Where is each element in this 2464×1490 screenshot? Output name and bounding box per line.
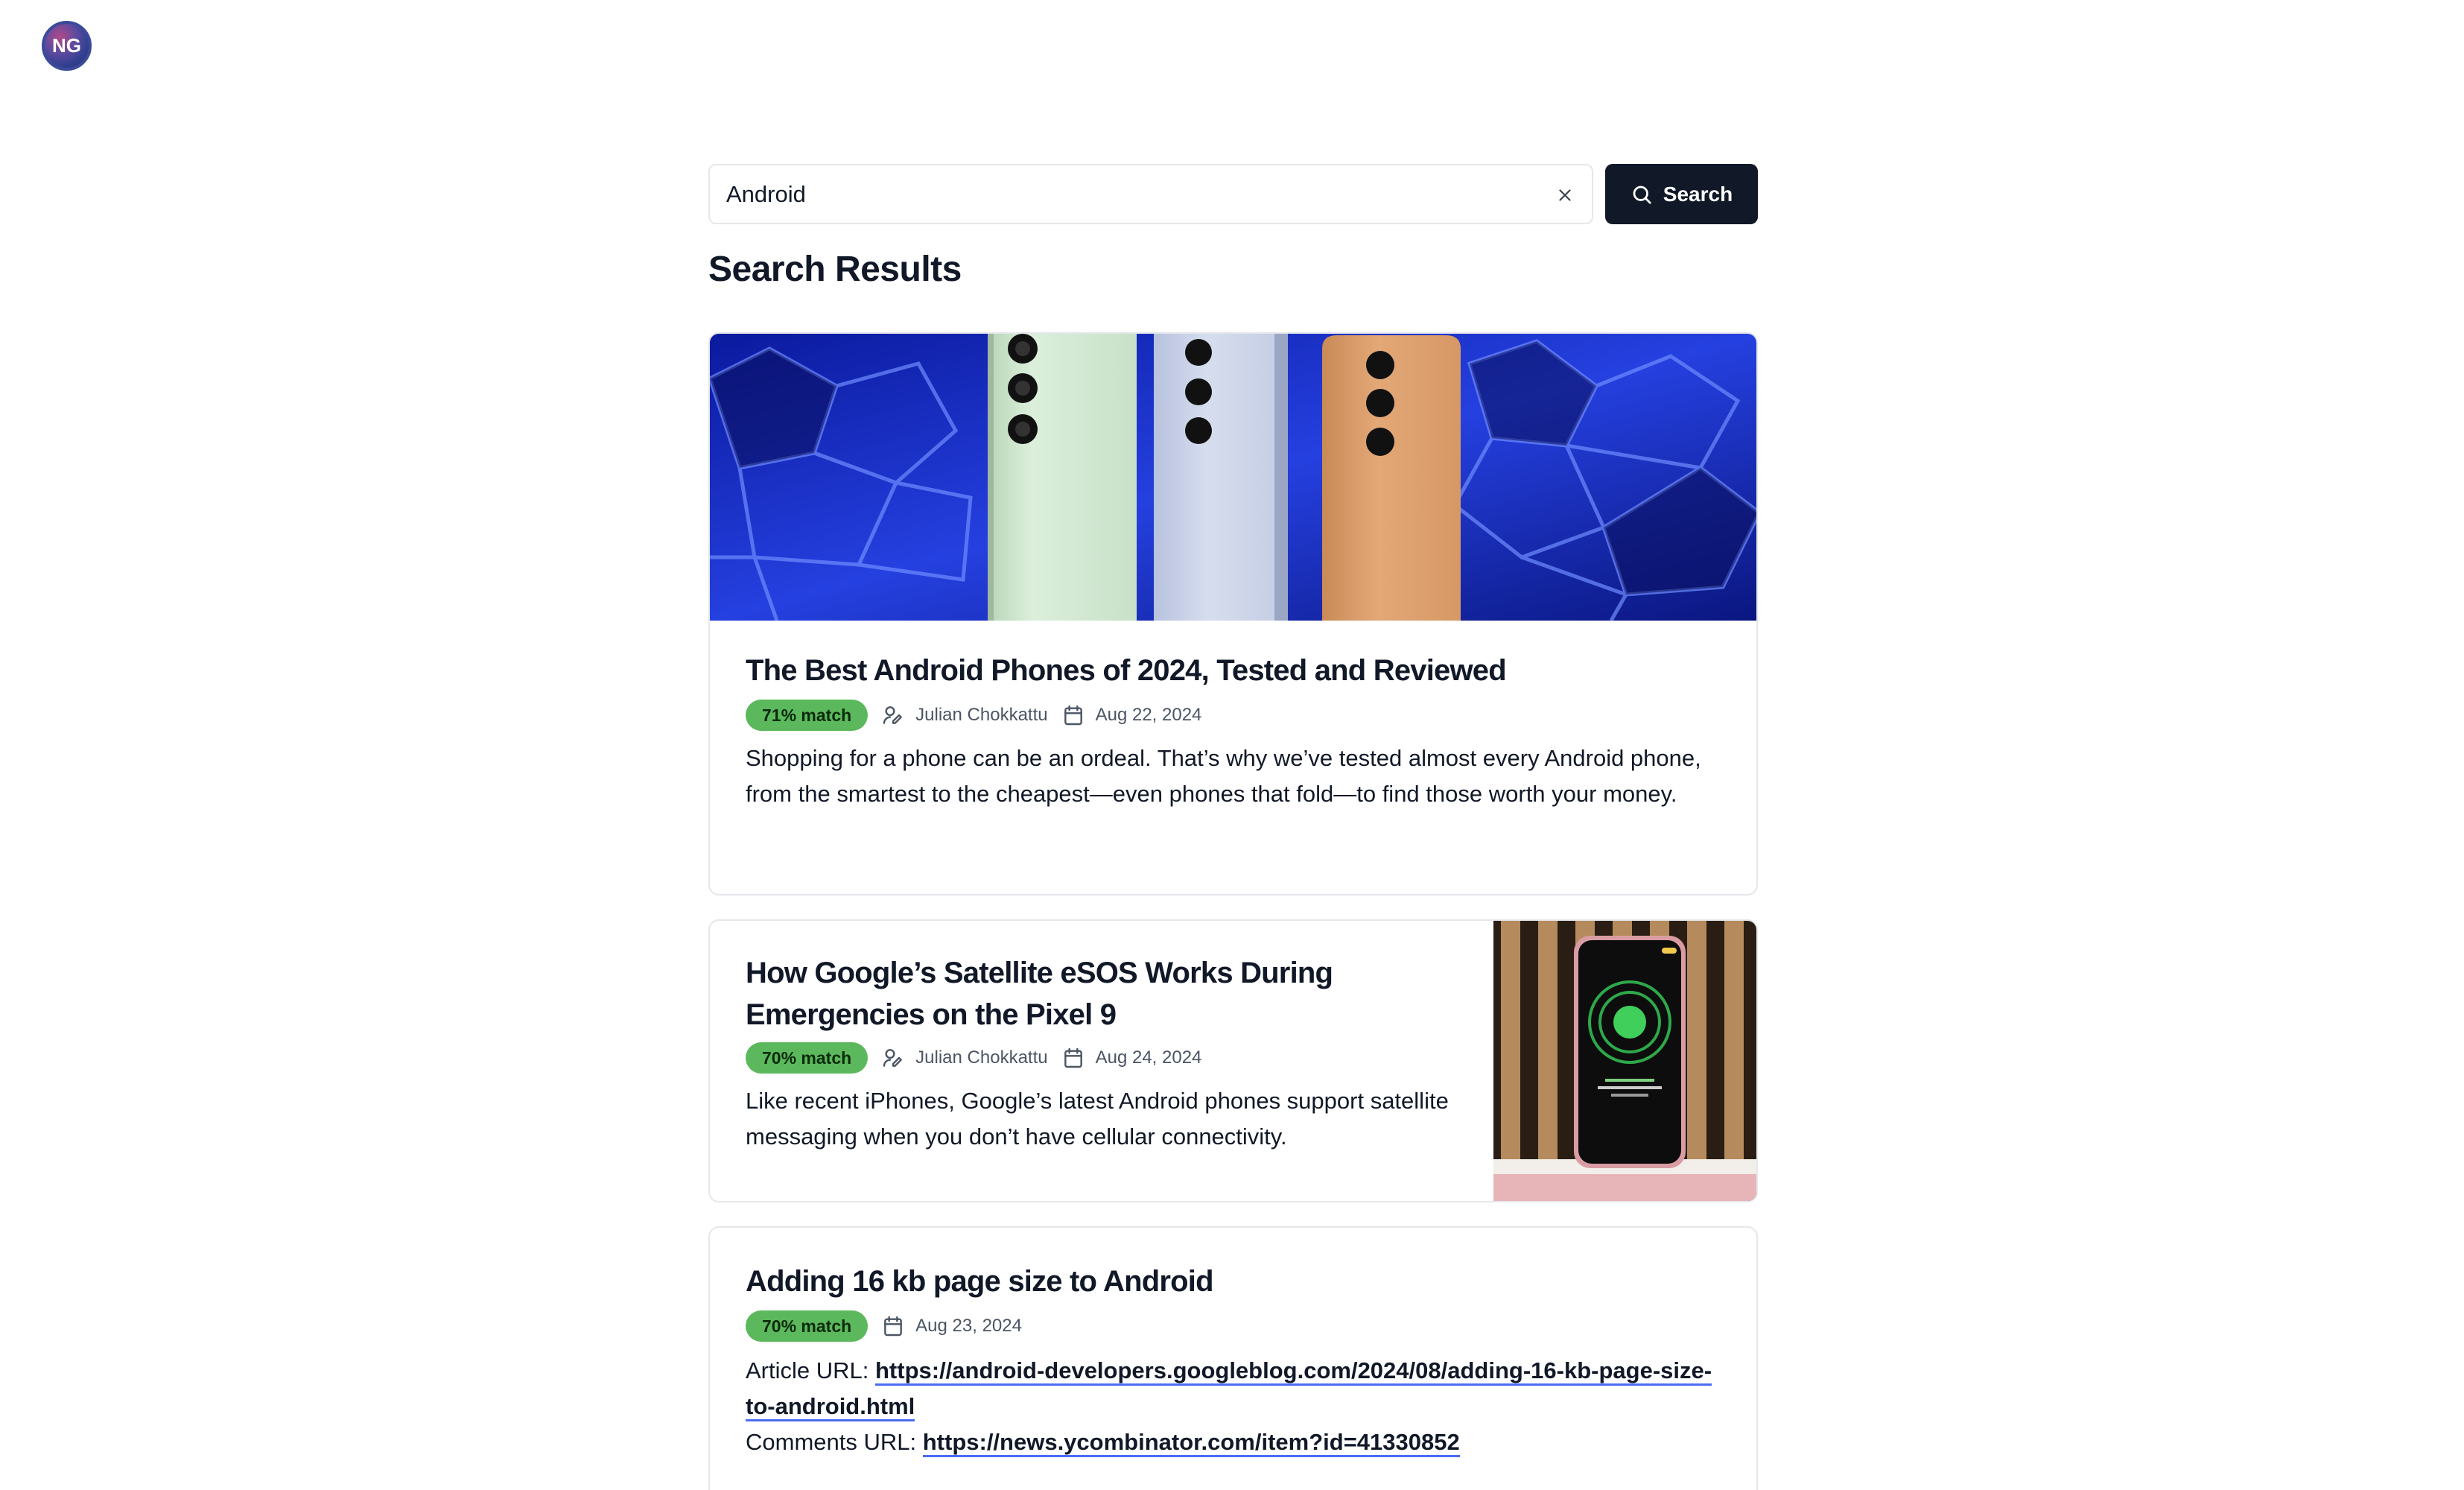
result-card[interactable]: The Best Android Phones of 2024, Tested … (708, 332, 1758, 895)
close-icon (1559, 189, 1571, 201)
comments-url-label: Comments URL: (746, 1429, 923, 1455)
result-card[interactable]: How Google’s Satellite eSOS Works During… (708, 919, 1758, 1202)
search-icon (1633, 186, 1651, 204)
result-links: Article URL: https://android-developers.… (746, 1353, 1729, 1460)
calendar-icon (881, 1314, 905, 1338)
author-icon (881, 1046, 905, 1070)
article-url-row: Article URL: https://android-developers.… (746, 1353, 1729, 1424)
calendar-icon (1061, 1046, 1085, 1070)
result-image (710, 334, 1756, 621)
author-name: Julian Chokkattu (915, 1047, 1048, 1068)
result-body: The Best Android Phones of 2024, Tested … (746, 650, 1729, 812)
match-badge: 70% match (746, 1042, 869, 1074)
result-body: How Google’s Satellite eSOS Works During… (746, 952, 1461, 1155)
match-badge: 71% match (746, 700, 869, 731)
match-badge: 70% match (746, 1310, 869, 1342)
result-description: Shopping for a phone can be an ordeal. T… (746, 745, 1701, 807)
result-body: Adding 16 kb page size to Android 70% ma… (746, 1261, 1729, 1460)
search-input[interactable] (726, 177, 1516, 212)
result-thumbnail (1493, 921, 1756, 1201)
user-avatar[interactable]: NG (42, 21, 92, 71)
result-meta: 70% match Aug 23, 2024 (746, 1310, 1729, 1342)
article-url-link[interactable]: https://android-developers.googleblog.co… (746, 1357, 1712, 1421)
search-button-label: Search (1663, 182, 1733, 206)
publish-date: Aug 24, 2024 (1095, 1047, 1202, 1068)
result-title[interactable]: The Best Android Phones of 2024, Tested … (746, 650, 1729, 691)
article-url-label: Article URL: (746, 1357, 875, 1383)
result-meta: 71% match Julian Chokkattu Aug 22, 2024 (746, 699, 1729, 732)
comments-url-link[interactable]: https://news.ycombinator.com/item?id=413… (922, 1429, 1460, 1457)
result-title[interactable]: How Google’s Satellite eSOS Works During… (746, 952, 1461, 1036)
result-description: Like recent iPhones, Google’s latest And… (746, 1088, 1449, 1150)
calendar-icon (1061, 703, 1085, 727)
publish-date: Aug 22, 2024 (1095, 705, 1202, 725)
result-title[interactable]: Adding 16 kb page size to Android (746, 1261, 1729, 1302)
results-heading: Search Results (708, 250, 962, 289)
search-box (708, 164, 1593, 224)
result-meta: 70% match Julian Chokkattu Aug 24, 2024 (746, 1042, 1461, 1074)
author-name: Julian Chokkattu (915, 705, 1048, 725)
comments-url-row: Comments URL: https://news.ycombinator.c… (746, 1424, 1729, 1460)
author-icon (881, 703, 905, 727)
page-root: NG Search Search Resu (0, 0, 2464, 1490)
result-card[interactable]: Adding 16 kb page size to Android 70% ma… (708, 1226, 1758, 1490)
clear-search-button[interactable] (1550, 180, 1580, 210)
search-button[interactable]: Search (1605, 164, 1758, 224)
search-bar: Search (708, 164, 1758, 224)
publish-date: Aug 23, 2024 (915, 1316, 1022, 1336)
avatar-initials: NG (52, 34, 81, 57)
